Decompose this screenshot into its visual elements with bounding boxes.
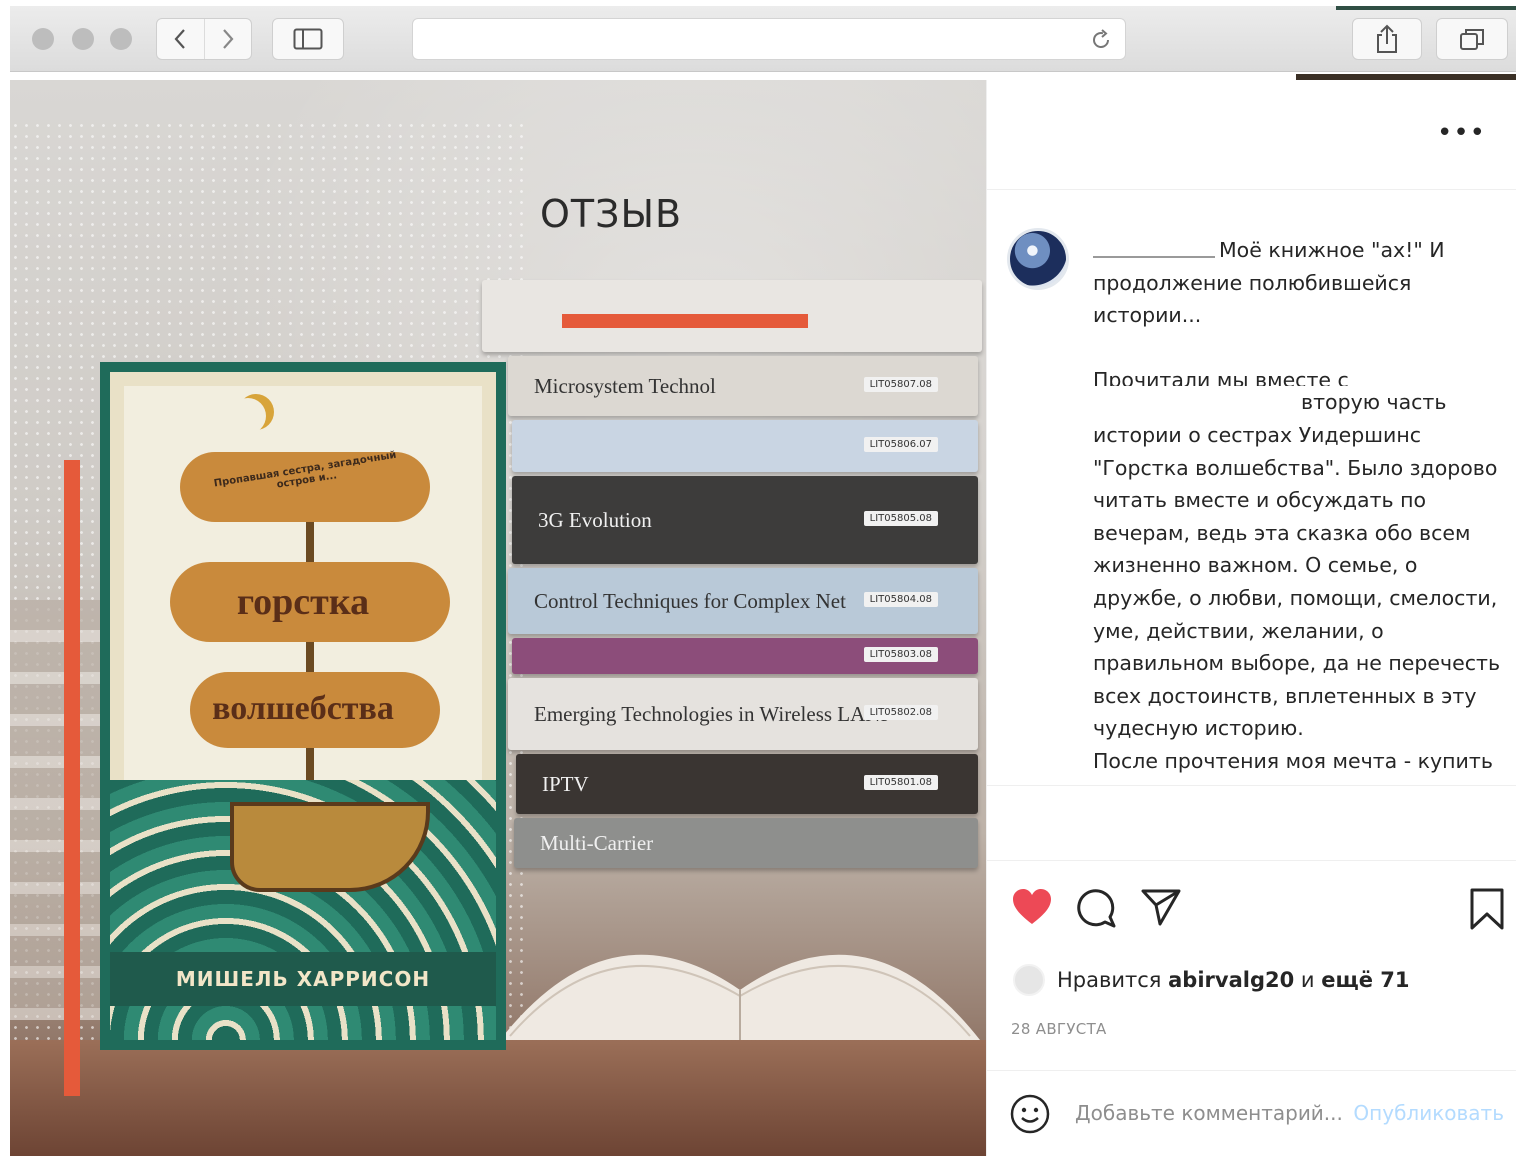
comment-input[interactable] bbox=[1075, 1101, 1345, 1125]
share-icon bbox=[1377, 24, 1397, 53]
caption-line: продолжение полюбившейся bbox=[1093, 270, 1412, 295]
stack-book: LIT05806.07 bbox=[512, 420, 978, 472]
tabs-icon bbox=[1460, 29, 1484, 50]
stack-book: Emerging Technologies in Wireless LANs LI… bbox=[508, 678, 978, 750]
spine-tag: LIT05804.08 bbox=[863, 592, 938, 607]
book-cover: Пропавшая сестра, загадочный остров и...… bbox=[100, 362, 506, 1050]
spine-title: Microsystem Technol bbox=[534, 373, 716, 398]
post-date[interactable]: 28 АВГУСТА bbox=[1011, 1020, 1107, 1038]
sidebar-icon bbox=[293, 28, 323, 50]
background-shelf bbox=[10, 600, 110, 1020]
post-image[interactable]: Microsystem Technol LIT05807.08 LIT05806.0… bbox=[10, 80, 986, 1156]
toolbar-corner-accent bbox=[1336, 6, 1516, 10]
likes-and: и bbox=[1300, 968, 1315, 992]
cover-author: МИШЕЛЬ ХАРРИСОН bbox=[175, 967, 431, 991]
likes-row: Нравится abirvalg20 и ещё 71 bbox=[1013, 960, 1409, 1000]
post-actions bbox=[987, 860, 1516, 960]
reload-icon[interactable] bbox=[1089, 28, 1113, 52]
forward-button[interactable] bbox=[203, 19, 251, 59]
window-zoom-button[interactable] bbox=[110, 28, 132, 50]
stack-book: Control Techniques for Complex Net LIT058… bbox=[508, 568, 978, 634]
caption-line: вторую часть bbox=[1301, 390, 1447, 415]
send-icon[interactable] bbox=[1141, 887, 1181, 927]
caption-body: истории о сестрах Уидершинс "Горстка вол… bbox=[1093, 422, 1501, 741]
spine-title: Control Techniques for Complex Net bbox=[534, 588, 846, 613]
heart-icon[interactable] bbox=[1011, 887, 1053, 927]
sidebar-toggle-button[interactable] bbox=[272, 18, 344, 60]
spine-tag: LIT05801.08 bbox=[863, 775, 938, 790]
likes-prefix: Нравится bbox=[1057, 968, 1162, 992]
post-header: ••• bbox=[987, 80, 1516, 190]
spine-tag: LIT05807.08 bbox=[863, 377, 938, 392]
publish-button[interactable]: Опубликовать bbox=[1353, 1101, 1504, 1125]
open-book-image bbox=[500, 954, 980, 1045]
window-close-button[interactable] bbox=[32, 28, 54, 50]
stack-book: LIT05803.08 bbox=[512, 638, 978, 674]
table-surface bbox=[10, 1040, 986, 1156]
more-options-button[interactable]: ••• bbox=[1437, 120, 1486, 146]
post-caption: Моё книжное "ах!" И продолжение полюбивш… bbox=[1093, 234, 1509, 778]
history-nav bbox=[156, 18, 252, 60]
spine-tag: LIT05805.08 bbox=[863, 511, 938, 526]
caption-gap bbox=[1093, 332, 1509, 365]
browser-toolbar bbox=[10, 6, 1516, 72]
tab-overview-button[interactable] bbox=[1436, 18, 1508, 60]
likes-others[interactable]: ещё 71 bbox=[1321, 968, 1409, 992]
bookmark-icon[interactable] bbox=[1469, 887, 1505, 931]
caption-line: После прочтения моя мечта - купить bbox=[1093, 748, 1493, 773]
review-title: ОТЗЫВ bbox=[540, 192, 683, 236]
chevron-right-icon bbox=[223, 29, 234, 49]
spine-tag: LIT05802.08 bbox=[863, 705, 938, 720]
accent-stripe bbox=[562, 314, 808, 328]
cover-title-line2: волшебства bbox=[212, 690, 394, 727]
emoji-icon[interactable] bbox=[1009, 1093, 1051, 1135]
comment-icon[interactable] bbox=[1075, 887, 1117, 929]
stack-book: IPTV LIT05801.08 bbox=[516, 754, 978, 814]
spine-title: 3G Evolution bbox=[538, 507, 652, 532]
stack-book: 3G Evolution LIT05805.08 bbox=[512, 476, 978, 564]
post-side-panel: ••• Моё книжное "ах!" И продолжение полю… bbox=[986, 80, 1516, 1156]
address-bar[interactable] bbox=[412, 18, 1126, 60]
spine-tag: LIT05803.08 bbox=[863, 647, 938, 662]
cover-author-band: МИШЕЛЬ ХАРРИСОН bbox=[110, 952, 496, 1006]
caption-line: Моё книжное "ах!" И bbox=[1219, 238, 1445, 262]
liker-avatar[interactable] bbox=[1013, 964, 1045, 996]
liker-username[interactable]: abirvalg20 bbox=[1168, 968, 1294, 992]
spine-title: Emerging Technologies in Wireless LANs bbox=[534, 701, 889, 726]
spine-tag: LIT05806.07 bbox=[863, 437, 938, 452]
caption-area: Моё книжное "ах!" И продолжение полюбивш… bbox=[987, 190, 1516, 786]
browser-share-button[interactable] bbox=[1352, 18, 1422, 60]
cover-title-line1: горстка bbox=[236, 581, 370, 623]
stack-book: Microsystem Technol LIT05807.08 bbox=[508, 356, 978, 416]
likes-text[interactable]: Нравится abirvalg20 и ещё 71 bbox=[1057, 968, 1409, 992]
comment-bar: Опубликовать bbox=[987, 1070, 1516, 1156]
caption-line: истории... bbox=[1093, 303, 1202, 328]
accent-bar-vertical bbox=[64, 460, 80, 1096]
spine-title: IPTV bbox=[542, 771, 589, 796]
moon-icon bbox=[230, 398, 266, 434]
window-minimize-button[interactable] bbox=[72, 28, 94, 50]
chevron-left-icon bbox=[175, 29, 186, 49]
back-button[interactable] bbox=[157, 19, 204, 59]
author-avatar[interactable] bbox=[1007, 228, 1069, 290]
caption-line: Прочитали мы вместе с bbox=[1093, 368, 1349, 387]
